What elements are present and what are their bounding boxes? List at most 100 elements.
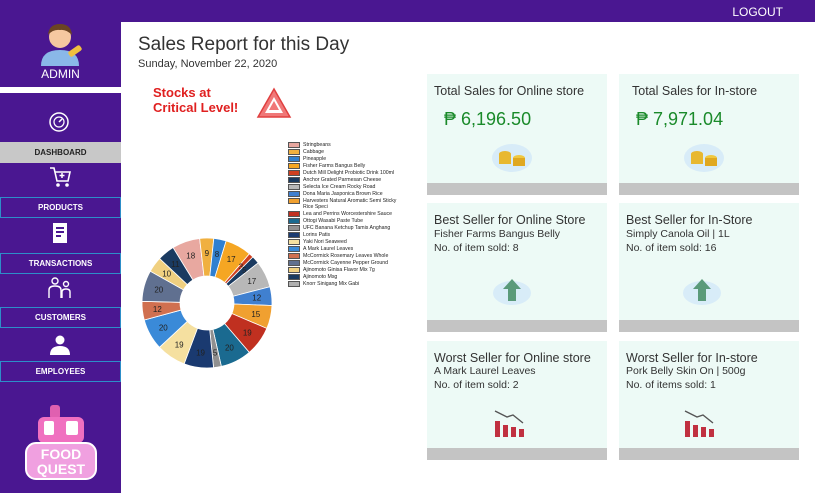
legend-label: Dona Maria Jasponica Brown Rice bbox=[303, 191, 383, 197]
legend-swatch bbox=[288, 163, 300, 169]
svg-text:QUEST: QUEST bbox=[37, 461, 86, 477]
card-footer bbox=[619, 320, 799, 332]
customers-icon bbox=[48, 277, 71, 298]
legend-swatch bbox=[288, 225, 300, 231]
nav-dashboard[interactable]: DASHBOARD bbox=[0, 142, 121, 163]
legend-entry: Selecta Ice Cream Rocky Road bbox=[288, 184, 406, 190]
admin-label: ADMIN bbox=[41, 67, 80, 81]
divider bbox=[0, 87, 121, 93]
pie-slice-label: 20 bbox=[159, 323, 168, 332]
sidebar: ADMIN DASHBOARD PRODUCTS TRANSACTIONS CU… bbox=[0, 0, 121, 493]
nav-transactions[interactable]: TRANSACTIONS bbox=[0, 253, 121, 274]
card-title: Best Seller for In-Store bbox=[626, 213, 753, 227]
legend-entry: Pineapple bbox=[288, 156, 406, 162]
legend-entry: Fisher Farms Bangus Belly bbox=[288, 163, 406, 169]
money-cloud-icon bbox=[492, 144, 532, 172]
pie-slice-label: 12 bbox=[153, 305, 162, 314]
legend-label: Knorr Sinigang Mix Gabi bbox=[303, 281, 360, 287]
card-title: Total Sales for Online store bbox=[434, 84, 585, 98]
legend-swatch bbox=[288, 149, 300, 155]
legend-entry: Anchor Grated Parmesan Cheese bbox=[288, 177, 406, 183]
pie-slice-label: 9 bbox=[205, 249, 210, 258]
pie-slice-label: 15 bbox=[251, 310, 260, 319]
legend-swatch bbox=[288, 281, 300, 287]
dashboard-icon bbox=[49, 112, 69, 132]
legend-entry: Ottogi Wasabi Paste Tube bbox=[288, 218, 406, 224]
legend-swatch bbox=[288, 218, 300, 224]
legend-label: Ottogi Wasabi Paste Tube bbox=[303, 218, 364, 224]
legend-label: Dutch Mill Delight Probiotic Drink 100ml bbox=[303, 170, 395, 176]
legend-swatch bbox=[288, 191, 300, 197]
food-quest-logo: FOOD QUEST bbox=[25, 405, 97, 480]
report-date: Sunday, November 22, 2020 bbox=[138, 58, 278, 70]
pie-slice-label: 10 bbox=[162, 269, 171, 278]
legend-entry: Harvesters Natural Aromatic Semi Sticky … bbox=[288, 198, 406, 210]
legend-entry: UFC Banana Ketchup Tamis Anghang bbox=[288, 225, 406, 231]
legend-label: Ajinomoto Msg bbox=[303, 274, 338, 280]
legend-swatch bbox=[288, 177, 300, 183]
pie-slice-label: 19 bbox=[243, 329, 252, 338]
worst-online-sold: No. of item sold: 2 bbox=[434, 379, 519, 391]
legend-swatch bbox=[288, 232, 300, 238]
critical-stock-label: Stocks at Critical Level! bbox=[153, 85, 239, 115]
legend-swatch bbox=[288, 239, 300, 245]
legend-swatch bbox=[288, 142, 300, 148]
pie-slice-label: 12 bbox=[252, 294, 261, 303]
cart-icon bbox=[50, 167, 71, 187]
legend-label: Pineapple bbox=[303, 156, 327, 162]
legend-swatch bbox=[288, 267, 300, 273]
pie-slice-label: 8 bbox=[215, 250, 220, 259]
legend-entry: A Mark Laurel Leaves bbox=[288, 246, 406, 252]
legend-label: Lorins Patis bbox=[303, 232, 331, 238]
card-instore-total: Total Sales for In-store ₱ 7,971.04 bbox=[619, 74, 799, 195]
best-instore-product: Simply Canola Oil | 1L bbox=[626, 228, 730, 240]
pie-slice-label: 20 bbox=[225, 344, 234, 353]
declining-chart-icon bbox=[684, 410, 714, 437]
employee-icon bbox=[50, 335, 70, 355]
instore-sales-amount: ₱ 7,971.04 bbox=[636, 109, 724, 129]
best-online-sold: No. of item sold: 8 bbox=[434, 242, 519, 254]
upload-cloud-icon bbox=[493, 279, 531, 305]
logout-button[interactable]: LOGOUT bbox=[732, 5, 783, 19]
pie-slice-label: 20 bbox=[154, 286, 163, 295]
legend-entry: Yaki Nori Seaweed bbox=[288, 239, 406, 245]
pie-slice-label: 19 bbox=[196, 349, 205, 358]
nav-employees[interactable]: EMPLOYEES bbox=[0, 361, 121, 382]
legend-entry: Cabbage bbox=[288, 149, 406, 155]
legend-entry: McCormick Rosemary Leaves Whole bbox=[288, 253, 406, 259]
legend-swatch bbox=[288, 198, 300, 204]
receipt-icon bbox=[53, 223, 67, 243]
pie-slice-label: 17 bbox=[247, 277, 256, 286]
legend-label: Selecta Ice Cream Rocky Road bbox=[303, 184, 376, 190]
card-title: Worst Seller for In-store bbox=[626, 351, 758, 365]
legend-entry: Dona Maria Jasponica Brown Rice bbox=[288, 191, 406, 197]
legend-label: Ajinomoto Ginisa Flavor Mix 7g bbox=[303, 267, 375, 273]
pie-slice-label: 11 bbox=[171, 260, 180, 269]
worst-instore-product: Pork Belly Skin On | 500g bbox=[626, 365, 746, 377]
legend-entry: Lorins Patis bbox=[288, 232, 406, 238]
card-title: Best Seller for Online Store bbox=[434, 213, 586, 227]
legend-entry: Stringbeans bbox=[288, 142, 406, 148]
nav-customers[interactable]: CUSTOMERS bbox=[0, 307, 121, 328]
legend-label: Stringbeans bbox=[303, 142, 331, 148]
card-online-total: Total Sales for Online store ₱ 6,196.50 bbox=[427, 74, 607, 195]
legend-swatch bbox=[288, 274, 300, 280]
nav-products[interactable]: PRODUCTS bbox=[0, 197, 121, 218]
top-bar: LOGOUT bbox=[121, 0, 815, 22]
card-best-instore: Best Seller for In-Store Simply Canola O… bbox=[619, 203, 799, 332]
critical-stock-pie-chart: 18 9 817351712151920519192012201011 bbox=[141, 237, 273, 369]
card-title: Total Sales for In-store bbox=[632, 84, 758, 98]
money-cloud-icon bbox=[684, 144, 724, 172]
page-title: Sales Report for this Day bbox=[138, 34, 350, 55]
chart-legend: Stringbeans Cabbage Pineapple Fisher Farms … bbox=[288, 142, 406, 288]
card-best-online: Best Seller for Online Store Fisher Farm… bbox=[427, 203, 607, 332]
card-footer bbox=[427, 448, 607, 460]
legend-label: McCormick Cayenne Pepper Ground bbox=[303, 260, 389, 266]
pie-slice-label: 18 bbox=[186, 252, 195, 261]
worst-online-product: A Mark Laurel Leaves bbox=[434, 365, 536, 377]
legend-swatch bbox=[288, 170, 300, 176]
card-footer bbox=[619, 448, 799, 460]
online-sales-amount: ₱ 6,196.50 bbox=[444, 109, 532, 129]
legend-swatch bbox=[288, 156, 300, 162]
pie-slice-label: 17 bbox=[227, 255, 236, 264]
